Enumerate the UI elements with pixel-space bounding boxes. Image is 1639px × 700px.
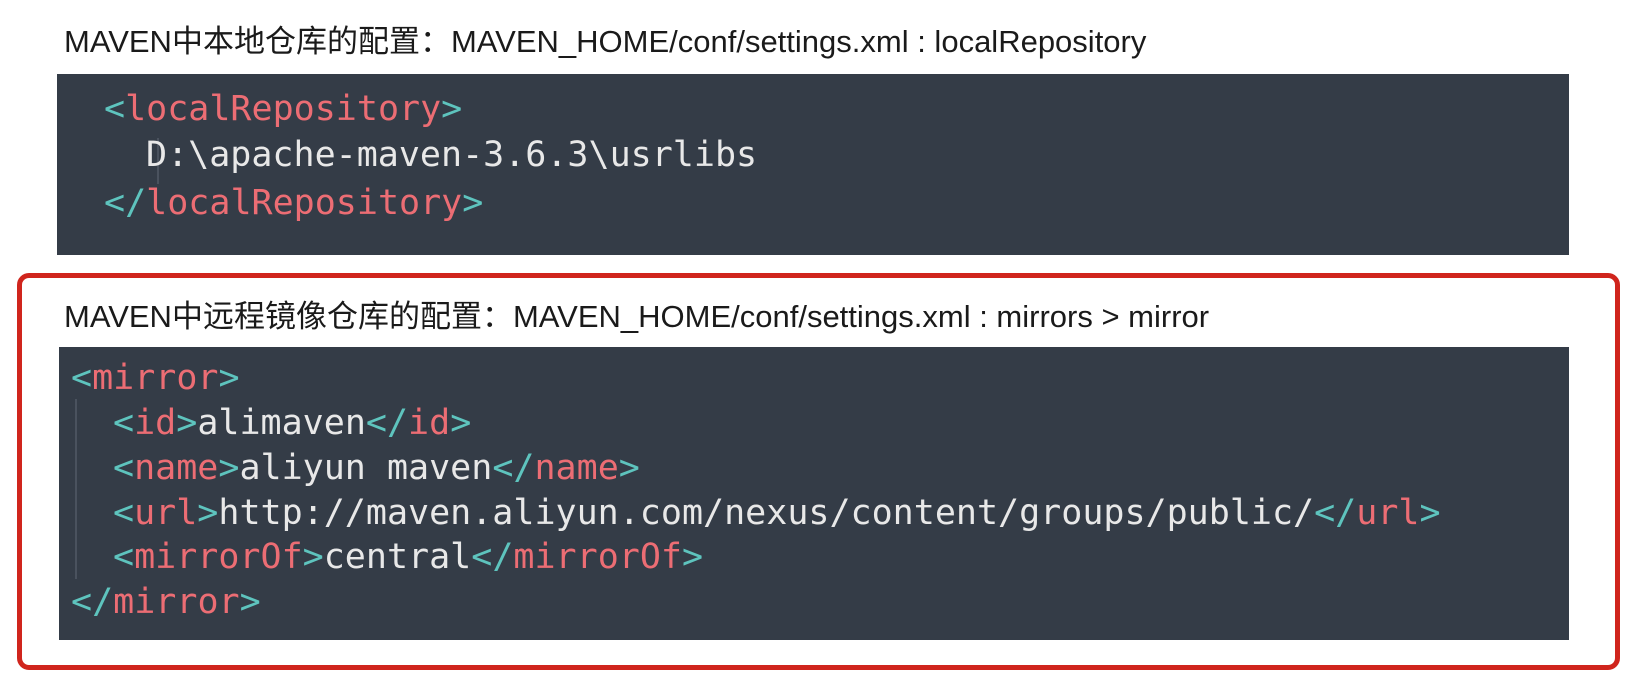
bracket: > [450,403,472,443]
tag-name: id [408,403,451,443]
url-value: http://maven.aliyun.com/nexus/content/gr… [218,493,1315,533]
bracket: > [218,448,240,488]
bracket: < [113,537,135,577]
tag-name: name [534,448,619,488]
bracket: < [71,358,93,398]
mirror-code-block: <mirror> <id>alimaven</id> <name>aliyun … [59,347,1569,640]
bracket: </ [1314,493,1357,533]
bracket: > [441,89,463,129]
code-line-mirrorof: <mirrorOf>central</mirrorOf> [113,534,703,580]
local-repo-caption: MAVEN中本地仓库的配置：MAVEN_HOME/conf/settings.x… [64,24,1147,59]
bracket: > [681,537,704,577]
local-repo-code-block: <localRepository> D:\apache-maven-3.6.3\… [57,74,1569,255]
bracket: </ [471,537,514,577]
repo-path: D:\apache-maven-3.6.3\usrlibs [146,135,758,175]
code-line-value: D:\apache-maven-3.6.3\usrlibs [146,132,757,178]
tag-name: url [134,493,198,533]
tag-name: localRepository [125,89,442,129]
name-value: aliyun maven [239,448,493,488]
bracket: > [197,493,219,533]
tag-name: mirror [113,582,240,622]
bracket: > [1419,493,1441,533]
tag-name: name [134,448,219,488]
bracket: > [218,358,240,398]
tag-name: url [1356,493,1420,533]
tag-name: mirror [92,358,219,398]
bracket: </ [492,448,535,488]
indent-guide [75,399,77,579]
code-line-open: <localRepository> [104,86,462,132]
bracket: < [104,89,126,129]
mirror-caption: MAVEN中远程镜像仓库的配置：MAVEN_HOME/conf/settings… [64,299,1210,334]
bracket: > [176,403,198,443]
bracket: > [302,537,324,577]
bracket: </ [104,183,147,223]
bracket: < [113,403,135,443]
tag-name: mirrorOf [513,537,682,577]
code-line-close: </localRepository> [104,180,483,226]
bracket: </ [365,403,409,443]
code-line-name: <name>aliyun maven</name> [113,445,640,491]
code-line-mirror-close: </mirror> [71,579,261,625]
bracket: > [462,183,484,223]
bracket: > [239,582,261,622]
bracket: < [113,448,135,488]
bracket: </ [71,582,114,622]
mirrorof-value: central [323,537,472,577]
tag-name: id [134,403,177,443]
id-value: alimaven [197,403,366,443]
tag-name: mirrorOf [134,537,303,577]
code-line-id: <id>alimaven</id> [113,400,471,446]
code-line-url: <url>http://maven.aliyun.com/nexus/conte… [113,490,1441,536]
code-line-mirror-open: <mirror> [71,355,240,401]
tag-name: localRepository [146,183,463,223]
bracket: < [113,493,135,533]
bracket: > [618,448,640,488]
